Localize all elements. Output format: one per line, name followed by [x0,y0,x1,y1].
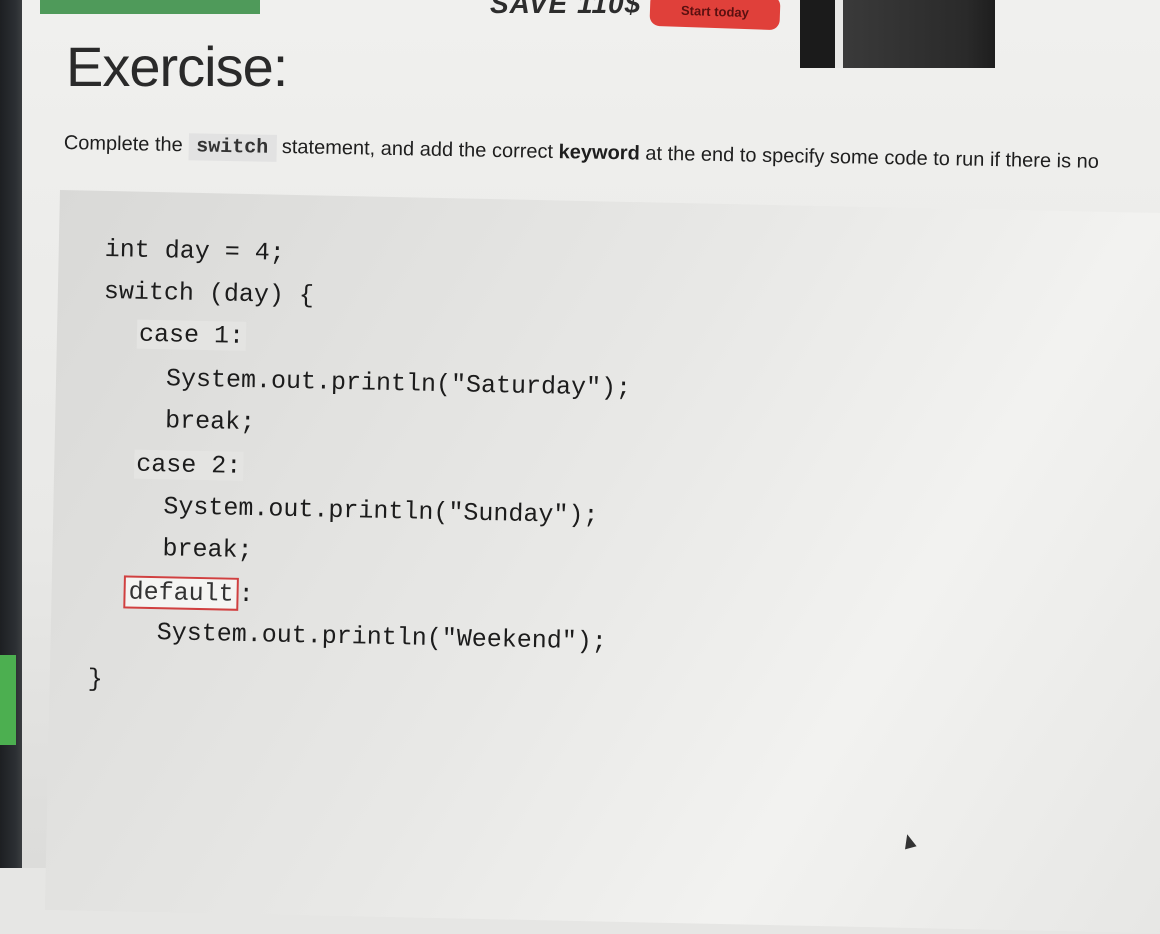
answer-input[interactable]: default [123,575,239,611]
ad-save-text: SAVE 110$ [490,0,642,19]
instruction-text: statement, and add the correct [276,135,559,164]
code-line-print-sunday: System.out.println("Sunday"); [163,492,599,531]
code-line-break-2: break; [162,534,253,566]
instruction-keyword: keyword [558,141,640,165]
top-nav-bar [40,0,260,14]
code-line-break-1: break; [164,406,256,438]
page-title: Exercise: [66,35,288,98]
code-line-default: default: [123,575,254,611]
code-line-case-1: case 1: [136,319,247,351]
default-colon: : [238,579,254,610]
code-line-declaration: int day = 4; [104,234,286,268]
ad-image [800,0,995,68]
case-2-label: case 2: [133,449,244,481]
instruction-text: at the end to specify some code to run i… [639,142,1100,173]
code-line-switch: switch (day) { [103,276,315,311]
side-strip [0,655,16,745]
code-editor: int day = 4; switch (day) { case 1: Syst… [44,190,1160,934]
case-1-label: case 1: [136,319,247,351]
instruction-text: Complete the [63,132,189,157]
exercise-instruction: Complete the switch statement, and add t… [64,132,1160,177]
instruction-code-word: switch [188,133,277,162]
code-line-print-weekend: System.out.println("Weekend"); [156,618,608,657]
start-today-button[interactable]: Start today [649,0,781,31]
code-line-closing-brace: } [87,664,104,694]
code-line-print-saturday: System.out.println("Saturday"); [165,364,632,403]
page: SAVE 110$ Start today Exercise: Complete… [0,0,1160,934]
code-line-case-2: case 2: [133,449,244,481]
